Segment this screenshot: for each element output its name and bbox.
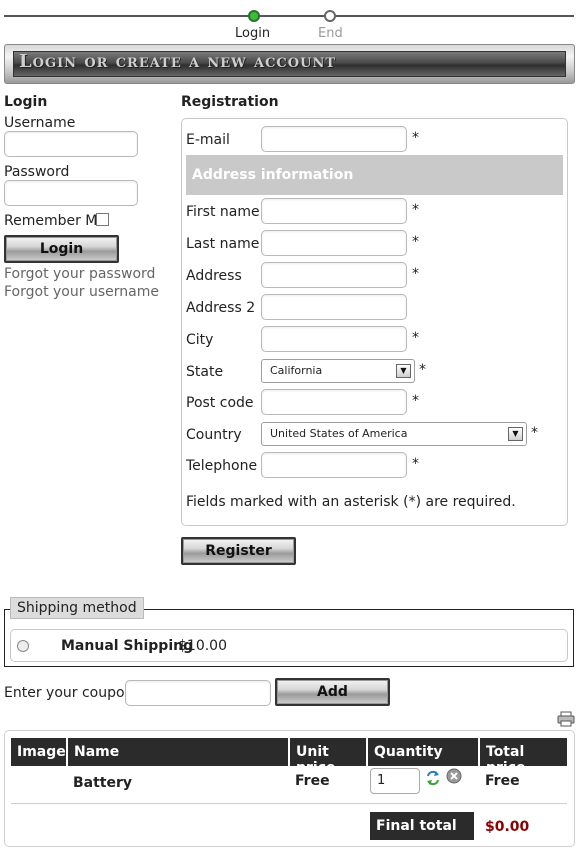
city-field[interactable]: [261, 326, 407, 352]
shipping-method-name: Manual Shipping: [61, 638, 194, 654]
register-button[interactable]: Register: [181, 537, 296, 565]
state-label: State: [186, 364, 224, 380]
quantity-input[interactable]: 1: [370, 768, 420, 794]
username-input[interactable]: [4, 131, 138, 157]
country-label: Country: [186, 427, 242, 443]
remember-me-checkbox[interactable]: [96, 213, 109, 226]
state-required-marker: *: [419, 362, 426, 378]
shipping-method-price: $10.00: [178, 638, 227, 654]
cart-item-name: Battery: [73, 775, 133, 791]
page-title: Login or create a new account: [19, 51, 336, 72]
coupon-input[interactable]: [125, 680, 271, 706]
state-select[interactable]: California ▼: [261, 359, 415, 383]
forgot-username-link[interactable]: Forgot your username: [4, 284, 159, 300]
login-button[interactable]: Login: [4, 235, 119, 263]
address2-field[interactable]: [261, 294, 407, 320]
refresh-icon[interactable]: [425, 770, 441, 786]
cart-item-total: Free: [485, 773, 520, 789]
add-coupon-button[interactable]: Add: [275, 678, 390, 706]
state-select-value: California: [270, 364, 323, 377]
address-section-header: Address information: [186, 155, 563, 195]
final-total-value: $0.00: [485, 819, 530, 835]
post-code-label: Post code: [186, 395, 254, 411]
step-end-label: End: [318, 26, 343, 41]
first-name-required-marker: *: [412, 202, 419, 218]
progress-line: [4, 15, 574, 17]
remember-me-label: Remember Me: [4, 213, 106, 229]
country-select[interactable]: United States of America ▼: [261, 422, 527, 446]
telephone-required-marker: *: [412, 456, 419, 472]
first-name-field[interactable]: [261, 198, 407, 224]
city-label: City: [186, 332, 214, 348]
step-login-dot: [248, 10, 260, 22]
city-required-marker: *: [412, 330, 419, 346]
address-field[interactable]: [261, 262, 407, 288]
cart-item-unit-price: Free: [295, 773, 330, 789]
column-header-image: Image: [11, 738, 66, 766]
email-label: E-mail: [186, 132, 230, 148]
chevron-down-icon: ▼: [396, 364, 411, 378]
login-heading: Login: [4, 94, 48, 110]
email-field[interactable]: [261, 126, 407, 152]
post-code-required-marker: *: [412, 393, 419, 409]
address2-label: Address 2: [186, 300, 256, 316]
forgot-password-link[interactable]: Forgot your password: [4, 266, 155, 282]
step-login-label: Login: [235, 26, 271, 41]
column-header-total-price: Total price: [480, 738, 567, 776]
last-name-label: Last name: [186, 236, 260, 252]
shipping-legend: Shipping method: [10, 597, 144, 619]
column-header-quantity: Quantity: [368, 738, 478, 766]
page-banner: Login or create a new account: [4, 44, 575, 84]
chevron-down-icon: ▼: [508, 427, 523, 441]
address-label: Address: [186, 268, 242, 284]
coupon-label: Enter your coupon: [4, 685, 134, 701]
last-name-required-marker: *: [412, 234, 419, 250]
username-label: Username: [4, 115, 76, 131]
telephone-field[interactable]: [261, 452, 407, 478]
post-code-field[interactable]: [261, 389, 407, 415]
required-fields-note: Fields marked with an asterisk (*) are r…: [186, 494, 516, 510]
shipping-radio[interactable]: [17, 640, 29, 652]
telephone-label: Telephone: [186, 458, 258, 474]
column-header-unit-price: Unit price: [290, 738, 366, 776]
country-select-value: United States of America: [270, 427, 408, 440]
password-input[interactable]: [4, 180, 138, 206]
final-total-label: Final total: [370, 812, 474, 840]
email-required-marker: *: [412, 130, 419, 146]
first-name-label: First name: [186, 204, 260, 220]
registration-heading: Registration: [181, 94, 279, 110]
password-label: Password: [4, 164, 70, 180]
column-header-name: Name: [68, 738, 288, 766]
remove-icon[interactable]: [446, 768, 462, 784]
address-required-marker: *: [412, 266, 419, 282]
row-divider: [11, 803, 567, 804]
printer-icon[interactable]: [557, 711, 575, 727]
last-name-field[interactable]: [261, 230, 407, 256]
step-end-dot: [324, 10, 336, 22]
country-required-marker: *: [531, 425, 538, 441]
